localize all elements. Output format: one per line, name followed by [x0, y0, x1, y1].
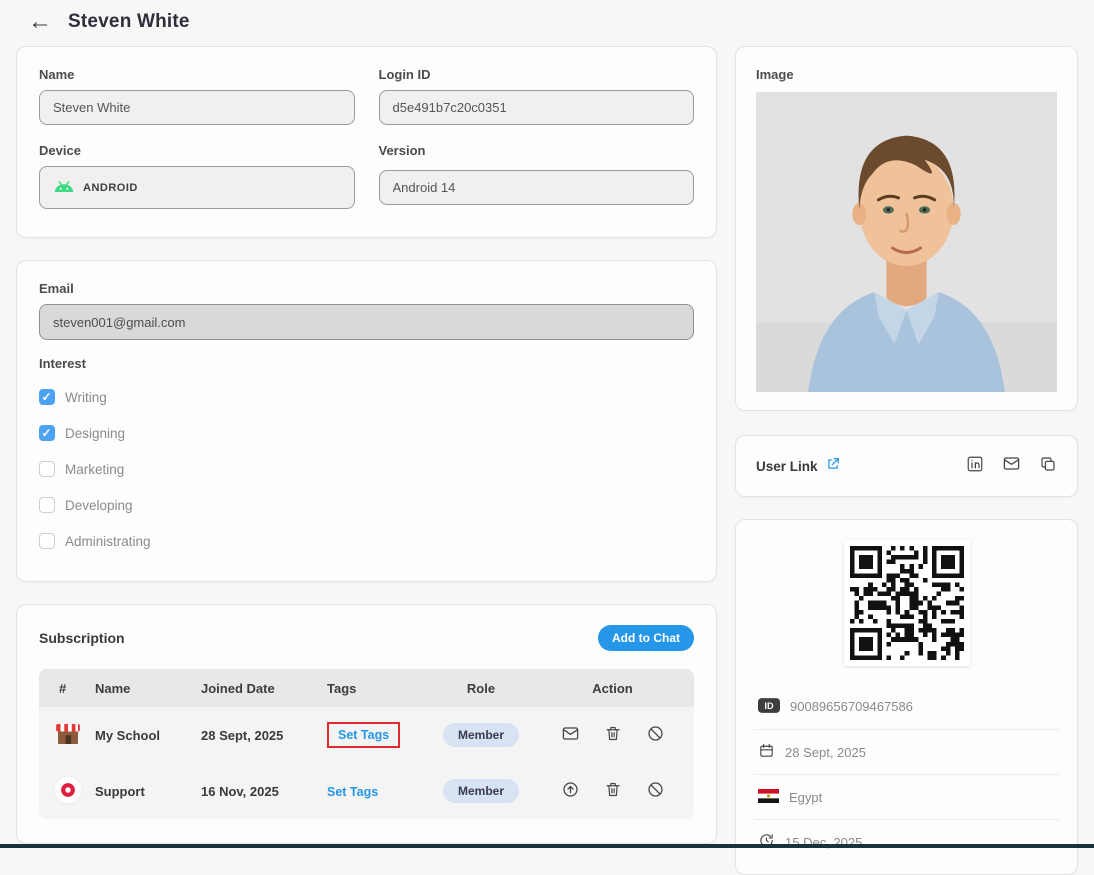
info-row-country: Egypt — [754, 774, 1059, 819]
login-id-label: Login ID — [379, 67, 695, 82]
col-action: Action — [537, 681, 688, 696]
subscription-table: # Name Joined Date Tags Role Action — [39, 669, 694, 819]
joined-date-value: 28 Sept, 2025 — [785, 745, 866, 760]
qr-code — [844, 540, 970, 666]
block-icon[interactable] — [646, 724, 665, 746]
clock-refresh-icon — [758, 832, 775, 852]
image-card: Image — [735, 46, 1078, 411]
email-card: Email Interest Writing Designing Marketi… — [16, 260, 717, 582]
profile-photo — [756, 92, 1057, 392]
role-badge: Member — [443, 779, 519, 803]
svg-text:ID: ID — [764, 701, 774, 711]
external-link-icon[interactable] — [826, 457, 840, 476]
set-tags-link[interactable]: Set Tags — [327, 722, 400, 748]
image-label: Image — [756, 67, 1057, 82]
trash-icon[interactable] — [604, 724, 622, 746]
email-label: Email — [39, 281, 694, 296]
trash-icon[interactable] — [604, 780, 622, 802]
checkbox-administrating[interactable] — [39, 533, 55, 549]
table-row: My School 28 Sept, 2025 Set Tags Member — [39, 707, 694, 763]
interest-text: Writing — [65, 390, 107, 405]
info-row-joined: 28 Sept, 2025 — [754, 729, 1059, 774]
user-link-label: User Link — [756, 459, 818, 474]
info-row-id: ID 90089656709467586 — [754, 684, 1059, 729]
subscription-card: Subscription Add to Chat # Name Joined D… — [16, 604, 717, 844]
interest-row-administrating[interactable]: Administrating — [39, 523, 694, 559]
id-badge-icon: ID — [758, 698, 780, 716]
egypt-flag-icon — [758, 789, 779, 806]
add-to-chat-button[interactable]: Add to Chat — [598, 625, 694, 651]
interest-row-designing[interactable]: Designing — [39, 415, 694, 451]
back-arrow-icon[interactable]: ← — [28, 10, 52, 34]
details-card: Name Login ID Device ANDROID Version — [16, 46, 717, 238]
name-label: Name — [39, 67, 355, 82]
country-value: Egypt — [789, 790, 822, 805]
col-role: Role — [425, 681, 537, 696]
row-joined-date: 16 Nov, 2025 — [201, 784, 327, 799]
info-row-expiry: 15 Dec, 2025 — [754, 819, 1059, 864]
copy-icon[interactable] — [1039, 455, 1057, 478]
interest-text: Marketing — [65, 462, 124, 477]
subscription-title: Subscription — [39, 630, 125, 646]
checkbox-designing[interactable] — [39, 425, 55, 441]
interest-row-writing[interactable]: Writing — [39, 379, 694, 415]
mail-icon[interactable] — [1002, 454, 1021, 478]
table-row: Support 16 Nov, 2025 Set Tags Member — [39, 763, 694, 819]
calendar-icon — [758, 742, 775, 762]
interest-row-developing[interactable]: Developing — [39, 487, 694, 523]
row-joined-date: 28 Sept, 2025 — [201, 728, 327, 743]
col-num: # — [45, 681, 95, 696]
interest-label: Interest — [39, 356, 694, 371]
checkbox-developing[interactable] — [39, 497, 55, 513]
user-link-card: User Link — [735, 435, 1078, 497]
device-label: Device — [39, 143, 355, 158]
interest-text: Developing — [65, 498, 133, 513]
device-value: ANDROID — [83, 182, 138, 194]
page-header: ← Steven White — [0, 0, 1094, 46]
col-joined: Joined Date — [201, 681, 327, 696]
support-icon — [45, 775, 95, 808]
col-name: Name — [95, 681, 201, 696]
email-input[interactable] — [39, 304, 694, 340]
interest-row-marketing[interactable]: Marketing — [39, 451, 694, 487]
school-icon — [45, 719, 95, 752]
name-input[interactable] — [39, 90, 355, 125]
row-name: Support — [95, 784, 201, 799]
page-title: Steven White — [68, 11, 190, 33]
android-icon — [53, 180, 75, 196]
block-icon[interactable] — [646, 780, 665, 802]
version-input[interactable] — [379, 170, 695, 205]
login-id-input[interactable] — [379, 90, 695, 125]
table-header-row: # Name Joined Date Tags Role Action — [39, 669, 694, 707]
user-id-value: 90089656709467586 — [790, 699, 913, 714]
role-badge: Member — [443, 723, 519, 747]
linkedin-icon[interactable] — [966, 455, 984, 478]
row-name: My School — [95, 728, 201, 743]
col-tags: Tags — [327, 681, 425, 696]
device-field: ANDROID — [39, 166, 355, 209]
checkbox-writing[interactable] — [39, 389, 55, 405]
interest-text: Designing — [65, 426, 125, 441]
interest-text: Administrating — [65, 534, 151, 549]
qr-info-card: ID 90089656709467586 28 Sept, 2025 Egypt — [735, 519, 1078, 875]
version-label: Version — [379, 143, 695, 158]
envelope-icon[interactable] — [561, 724, 580, 746]
arrow-up-circle-icon[interactable] — [561, 780, 580, 802]
bottom-edge-bar — [0, 844, 1094, 848]
checkbox-marketing[interactable] — [39, 461, 55, 477]
set-tags-link[interactable]: Set Tags — [327, 785, 378, 799]
